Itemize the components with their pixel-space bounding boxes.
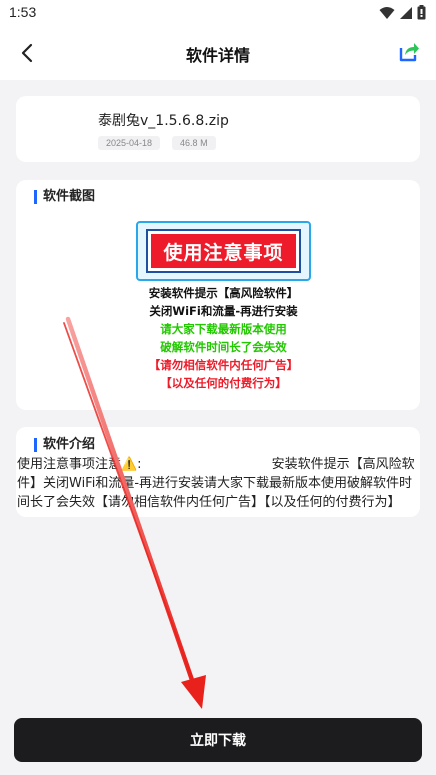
share-icon (399, 43, 419, 62)
file-size-badge: 46.8 M (172, 136, 216, 150)
screenshot-line: 【以及任何的付费行为】 (160, 376, 287, 390)
screenshot-line: 【请勿相信软件内任何广告】 (148, 358, 299, 372)
intro-text: 使用注意事项注意⚠️: 安装软件提示【高风险软件】关闭WiFi和流量-再进行安装… (17, 457, 415, 510)
signal-icon (400, 6, 412, 19)
screenshot-card: 软件截图 使用注意事项 安装软件提示【高风险软件】 关闭WiFi和流量-再进行安… (16, 180, 420, 410)
wifi-icon (379, 6, 395, 19)
status-bar: 1:53 (0, 0, 436, 26)
screenshot-banner: 使用注意事项 (136, 221, 311, 281)
download-button[interactable]: 立即下载 (14, 718, 422, 762)
header: 软件详情 (0, 26, 436, 80)
screenshot-line: 关闭WiFi和流量-再进行安装 (149, 304, 298, 318)
file-info-card: 泰剧兔v_1.5.6.8.zip 2025-04-18 46.8 M (16, 96, 420, 162)
file-name: 泰剧兔v_1.5.6.8.zip (98, 113, 229, 129)
screenshot-line: 请大家下载最新版本使用 (160, 322, 287, 336)
screenshot-section-title: 软件截图 (34, 190, 95, 204)
screenshot-line: 安装软件提示【高风险软件】 (148, 286, 299, 300)
software-screenshot[interactable]: 使用注意事项 安装软件提示【高风险软件】 关闭WiFi和流量-再进行安装 请大家… (136, 221, 311, 391)
intro-section-title: 软件介绍 (34, 438, 95, 452)
file-date-badge: 2025-04-18 (98, 136, 161, 150)
screenshot-banner-inner: 使用注意事项 (146, 229, 301, 273)
screenshot-banner-text: 使用注意事项 (163, 241, 284, 264)
share-button[interactable] (398, 40, 420, 62)
screenshot-line: 破解软件时间长了会失效 (160, 340, 287, 354)
page-title: 软件详情 (185, 46, 250, 65)
download-button-label: 立即下载 (190, 733, 246, 749)
status-time: 1:53 (9, 4, 37, 20)
battery-icon (417, 5, 426, 20)
status-icons (379, 5, 426, 20)
red-arrow-head (181, 675, 206, 709)
file-meta: 2025-04-18 46.8 M (98, 136, 216, 150)
